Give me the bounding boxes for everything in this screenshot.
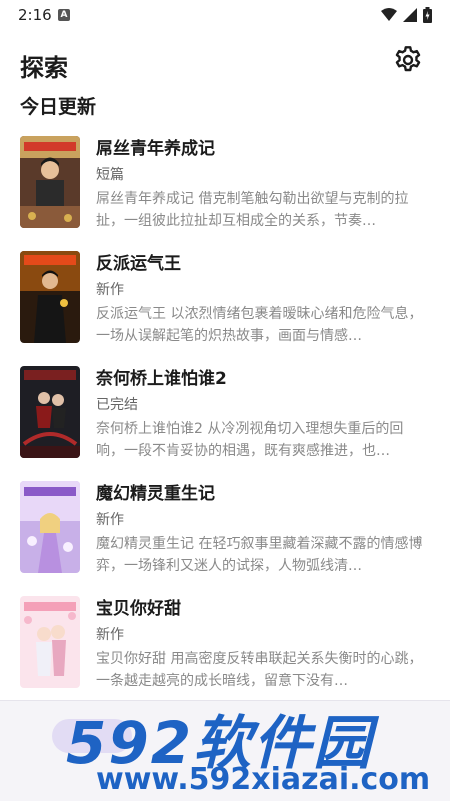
book-cover bbox=[20, 366, 80, 458]
status-icons bbox=[381, 7, 432, 23]
book-item[interactable]: 宝贝你好甜 新作 宝贝你好甜 用高密度反转串联起关系失衡时的心跳，一条越走越亮的… bbox=[0, 588, 450, 703]
battery-icon bbox=[423, 7, 432, 23]
notification-icon: A bbox=[58, 9, 70, 21]
book-description: 屌丝青年养成记 借克制笔触勾勒出欲望与克制的拉扯，一组彼此拉扯却互相成全的关系，… bbox=[96, 191, 409, 229]
book-cover bbox=[20, 251, 80, 343]
book-item[interactable]: 反派运气王 新作 反派运气王 以浓烈情绪包裹着暧昧心绪和危险气息，一场从误解起笔… bbox=[0, 243, 450, 358]
book-status: 新作 bbox=[96, 627, 124, 643]
book-item[interactable]: 魔幻精灵重生记 新作 魔幻精灵重生记 在轻巧叙事里藏着深藏不露的情感博弈，一场锋… bbox=[0, 473, 450, 588]
book-title: 宝贝你好甜 bbox=[96, 599, 181, 619]
book-description: 宝贝你好甜 用高密度反转串联起关系失衡时的心跳，一条越走越亮的成长暗线，留意下没… bbox=[96, 651, 423, 689]
page-title: 探索 bbox=[20, 54, 68, 82]
book-description: 奈何桥上谁怕谁2 从冷冽视角切入理想失重后的回响，一段不肯妥协的相遇，既有爽感推… bbox=[96, 421, 404, 459]
book-status: 新作 bbox=[96, 282, 124, 298]
book-item[interactable]: 屌丝青年养成记 短篇 屌丝青年养成记 借克制笔触勾勒出欲望与克制的拉扯，一组彼此… bbox=[0, 128, 450, 243]
book-status: 新作 bbox=[96, 512, 124, 528]
header: 探索 bbox=[20, 44, 430, 82]
status-bar: 2:16 A bbox=[0, 0, 450, 32]
wifi-icon bbox=[381, 8, 397, 21]
book-cover bbox=[20, 481, 80, 573]
watermark: 592软件园 www.592xiazai.com bbox=[66, 690, 450, 800]
gear-icon bbox=[395, 46, 421, 72]
book-title: 魔幻精灵重生记 bbox=[96, 484, 215, 504]
book-description: 魔幻精灵重生记 在轻巧叙事里藏着深藏不露的情感博弈，一场锋利又迷人的试探，人物弧… bbox=[96, 536, 423, 574]
book-cover bbox=[20, 596, 80, 688]
book-title: 反派运气王 bbox=[96, 254, 181, 274]
book-item[interactable]: 奈何桥上谁怕谁2 已完结 奈何桥上谁怕谁2 从冷冽视角切入理想失重后的回响，一段… bbox=[0, 358, 450, 473]
book-description: 反派运气王 以浓烈情绪包裹着暧昧心绪和危险气息，一场从误解起笔的炽热故事，画面与… bbox=[96, 306, 423, 344]
section-title: 今日更新 bbox=[20, 96, 97, 118]
book-status: 短篇 bbox=[96, 167, 124, 183]
book-title: 屌丝青年养成记 bbox=[96, 139, 215, 159]
book-cover bbox=[20, 136, 80, 228]
book-status: 已完结 bbox=[96, 397, 138, 413]
status-time: 2:16 bbox=[18, 6, 52, 24]
signal-icon bbox=[403, 8, 417, 22]
watermark-url: www.592xiazai.com bbox=[96, 762, 431, 797]
book-title: 奈何桥上谁怕谁2 bbox=[96, 369, 227, 389]
settings-button[interactable] bbox=[392, 44, 424, 76]
